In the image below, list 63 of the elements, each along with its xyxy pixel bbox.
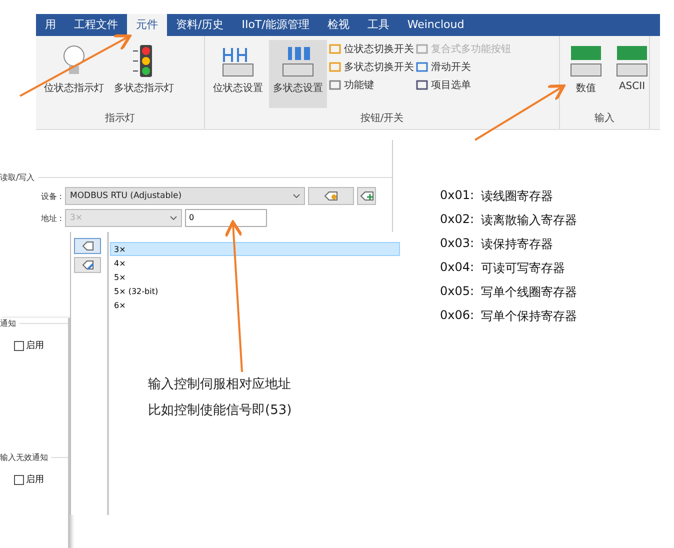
edit-tag-button[interactable] — [74, 257, 101, 273]
function-description: 读离散输入寄存器 — [481, 212, 578, 229]
annotation-text: 输入控制伺服相对应地址 — [148, 376, 292, 393]
checkbox-label: 启用 — [26, 474, 44, 486]
function-code: 0x03: — [440, 236, 474, 252]
checkbox[interactable] — [14, 340, 24, 350]
ribbon-button[interactable]: 位状态指示灯 — [40, 40, 108, 108]
function-description: 读线圈寄存器 — [481, 188, 554, 205]
function-description: 写单个线圈寄存器 — [481, 284, 578, 301]
numeric-display-icon — [568, 44, 604, 78]
annotation-text: 比如控制使能信号即(53) — [148, 402, 292, 419]
function-code: 0x06: — [440, 308, 474, 324]
edit-icon — [82, 260, 94, 270]
dropdown-option[interactable]: 3× — [110, 242, 400, 256]
function-description: 写单个保持寄存器 — [481, 308, 578, 325]
field-label: 地址 : — [40, 212, 62, 224]
traffic-light-icon — [133, 44, 155, 78]
chevron-down-icon — [293, 194, 300, 198]
ribbon-button[interactable]: 项目选单 — [416, 78, 511, 92]
ribbon-tab[interactable]: 资料/历史 — [167, 14, 233, 36]
function-code: 0x05: — [440, 284, 474, 300]
add-icon — [360, 191, 374, 201]
ribbon-tab[interactable]: IIoT/能源管理 — [232, 14, 318, 36]
function-code: 0x02: — [440, 212, 474, 228]
ribbon-tab[interactable]: 检视 — [318, 14, 358, 36]
field-label: 设备 : — [40, 190, 62, 202]
function-description: 读保持寄存器 — [481, 236, 554, 253]
number-button-icon — [280, 44, 316, 78]
ribbon-button[interactable]: 位状态切换开关 — [329, 42, 414, 56]
ribbon-tab[interactable]: Weincloud — [398, 14, 474, 36]
ribbon-button[interactable]: 多状态切换开关 — [329, 60, 414, 74]
ribbon-tab[interactable]: 工程文件 — [65, 14, 127, 36]
group-label: 输入 — [594, 112, 616, 126]
function-code: 0x04: — [440, 260, 474, 276]
ribbon-button[interactable]: ASCII — [610, 40, 654, 108]
settings-button[interactable] — [308, 187, 354, 205]
group-label: 按钮/开关 — [359, 112, 405, 126]
dropdown-option[interactable]: 4× — [110, 256, 400, 270]
ribbon-tab[interactable]: 工具 — [358, 14, 398, 36]
dropdown-option[interactable]: 6× — [110, 298, 400, 312]
function-description: 可读可写寄存器 — [481, 260, 566, 277]
add-tag-button[interactable] — [74, 238, 101, 254]
function-code: 0x01: — [440, 188, 474, 204]
ribbon-button[interactable]: 数值 — [564, 40, 608, 108]
dropdown-option[interactable]: 5× — [110, 270, 400, 284]
section-title: 通知 — [0, 318, 16, 329]
add-button[interactable] — [357, 187, 376, 205]
ribbon-button[interactable]: 多状态指示灯 — [110, 40, 178, 108]
checkbox-label: 启用 — [26, 340, 44, 352]
chevron-down-icon — [170, 216, 177, 220]
checkbox[interactable] — [14, 474, 24, 484]
section-title: 读取/写入 — [0, 172, 35, 183]
section-title: 输入无效通知 — [0, 452, 48, 463]
address-field[interactable]: 0 — [185, 209, 267, 227]
ribbon-button[interactable]: 位状态设置 — [209, 40, 267, 108]
group-label: 指示灯 — [104, 112, 136, 126]
device-dropdown[interactable]: MODBUS RTU (Adjustable) — [65, 187, 305, 205]
ribbon-button[interactable]: 多状态设置 — [269, 40, 327, 108]
dropdown-option[interactable]: 5× (32-bit) — [110, 284, 400, 298]
ribbon-tab[interactable]: 用 — [36, 14, 65, 36]
ribbon-button[interactable]: 滑动开关 — [416, 60, 511, 74]
ribbon-button[interactable]: 功能键 — [329, 78, 414, 92]
ribbon-tab[interactable]: 元件 — [127, 14, 167, 36]
